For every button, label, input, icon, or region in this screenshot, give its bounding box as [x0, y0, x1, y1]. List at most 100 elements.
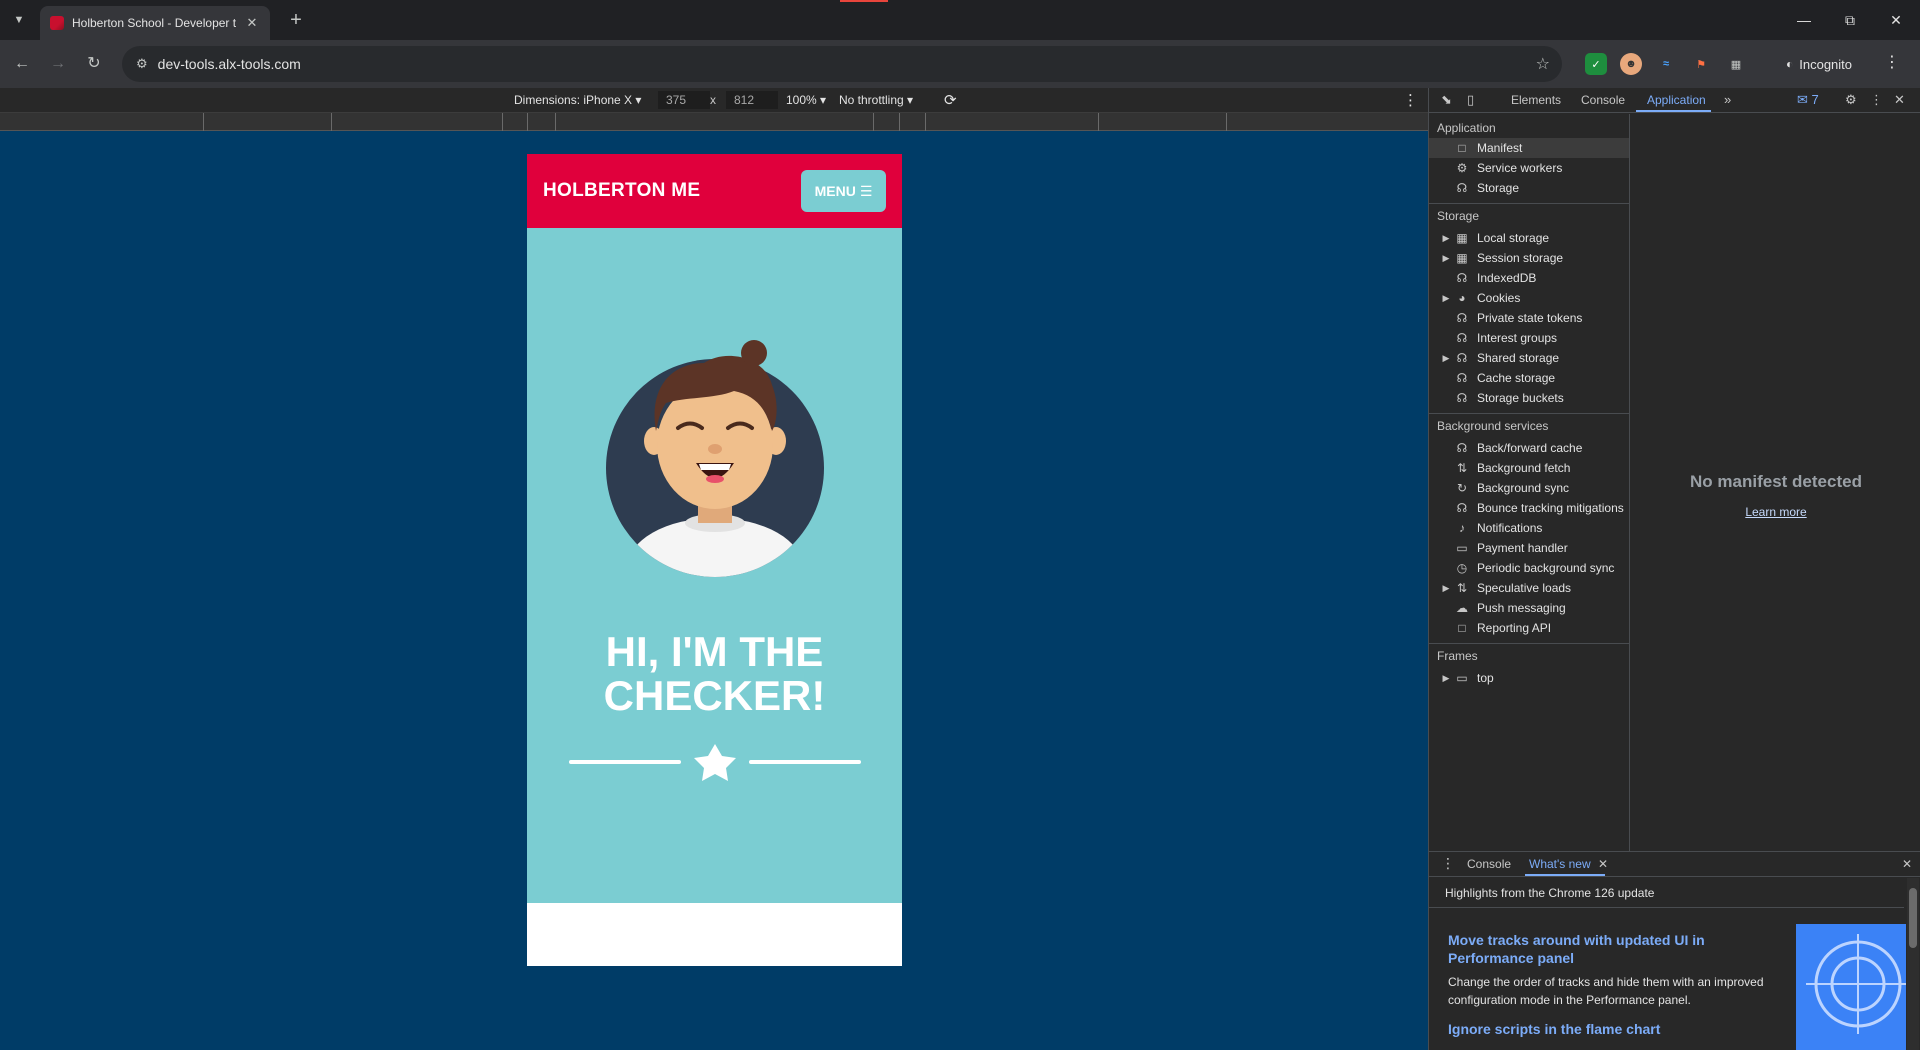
address-bar[interactable]: ⚙ dev-tools.alx-tools.com ☆ [122, 46, 1562, 82]
expand-arrow-icon[interactable]: ▶ [1439, 293, 1453, 304]
sidebar-item-payment-handler[interactable]: ▭ Payment handler [1429, 538, 1629, 558]
sidebar-item-cache-storage[interactable]: ☊ Cache storage [1429, 368, 1629, 388]
minimize-button[interactable]: — [1782, 8, 1826, 32]
sidebar-item-interest-groups[interactable]: ☊ Interest groups [1429, 328, 1629, 348]
sidebar-item-back-forward-cache[interactable]: ☊ Back/forward cache [1429, 438, 1629, 458]
sidebar-item-periodic-background-sync[interactable]: ◷ Periodic background sync [1429, 558, 1629, 578]
settings-gear-icon[interactable]: ⚙ [1845, 92, 1857, 108]
puzzle-extensions-icon[interactable]: ▦ [1725, 53, 1747, 75]
close-devtools-icon[interactable]: ✕ [1894, 92, 1905, 108]
issues-badge[interactable]: ✉ 7 [1797, 92, 1819, 108]
shield-extension-icon[interactable]: ✓ [1585, 53, 1607, 75]
sidebar-item-label: Cache storage [1477, 371, 1556, 385]
height-input[interactable]: 812 [726, 91, 778, 109]
sidebar-item-label: Speculative loads [1477, 581, 1572, 595]
article-description: Change the order of tracks and hide them… [1448, 975, 1764, 1007]
media-query-marker[interactable] [1098, 113, 1099, 131]
database-icon: ☊ [1456, 501, 1468, 515]
browser-menu-icon[interactable]: ⋮ [1884, 52, 1900, 72]
database-icon: ☊ [1456, 331, 1468, 345]
device-toolbar-menu-icon[interactable]: ⋮ [1403, 91, 1418, 109]
throttling-dropdown[interactable]: No throttling ▾ [839, 93, 913, 107]
learn-more-link[interactable]: Learn more [1631, 505, 1920, 519]
back-button[interactable]: ← [10, 52, 34, 76]
url-text: dev-tools.alx-tools.com [157, 56, 301, 72]
site-brand[interactable]: HOLBERTON ME [543, 180, 700, 202]
flag-extension-icon[interactable]: ⚑ [1690, 53, 1712, 75]
sidebar-item-indexeddb[interactable]: ☊ IndexedDB [1429, 268, 1629, 288]
forward-button[interactable]: → [46, 52, 70, 76]
media-query-marker[interactable] [555, 113, 556, 131]
sidebar-item-push-messaging[interactable]: ☁ Push messaging [1429, 598, 1629, 618]
drawer-tab-console[interactable]: Console [1467, 857, 1511, 871]
close-drawer-icon[interactable]: ✕ [1902, 857, 1912, 871]
sidebar-item-storage-buckets[interactable]: ☊ Storage buckets [1429, 388, 1629, 408]
avatar-extension-icon[interactable]: ☻ [1620, 53, 1642, 75]
expand-arrow-icon[interactable]: ▶ [1439, 673, 1453, 684]
sidebar-item-bounce-tracking-mitigations[interactable]: ☊ Bounce tracking mitigations [1429, 498, 1629, 518]
sidebar-item-speculative-loads[interactable]: ▶ ⇅ Speculative loads [1429, 578, 1629, 598]
sidebar-item-local-storage[interactable]: ▶ ▦ Local storage [1429, 228, 1629, 248]
sidebar-item-manifest[interactable]: □ Manifest [1429, 138, 1629, 158]
more-tabs-icon[interactable]: » [1724, 92, 1731, 107]
close-window-button[interactable]: ✕ [1874, 8, 1918, 32]
scrollbar-thumb[interactable] [1909, 888, 1917, 948]
media-query-marker[interactable] [331, 113, 332, 131]
article-title[interactable]: Ignore scripts in the flame chart [1448, 1020, 1768, 1038]
tab-elements[interactable]: Elements [1511, 93, 1561, 107]
restore-button[interactable]: ⧉ [1828, 8, 1872, 32]
close-icon[interactable]: ✕ [244, 15, 260, 31]
zoom-dropdown[interactable]: 100% ▾ [786, 93, 826, 107]
tab-search-button[interactable]: ▼ [6, 8, 32, 32]
media-query-marker[interactable] [899, 113, 900, 131]
new-tab-button[interactable]: + [282, 8, 310, 32]
favicon-icon [50, 16, 64, 30]
expand-arrow-icon[interactable]: ▶ [1439, 253, 1453, 264]
sidebar-item-label: Storage buckets [1477, 391, 1564, 405]
section-divider [1429, 413, 1629, 414]
sidebar-item-shared-storage[interactable]: ▶ ☊ Shared storage [1429, 348, 1629, 368]
width-input[interactable]: 375 [658, 91, 710, 109]
close-icon[interactable]: ✕ [1598, 857, 1608, 871]
drawer-tab-whats-new[interactable]: What's new [1529, 857, 1591, 871]
tab-console[interactable]: Console [1581, 93, 1625, 107]
sidebar-item-storage[interactable]: ☊ Storage [1429, 178, 1629, 198]
sidebar-item-frame-top[interactable]: ▶ ▭ top [1429, 668, 1629, 688]
expand-arrow-icon[interactable]: ▶ [1439, 353, 1453, 364]
media-query-marker[interactable] [203, 113, 204, 131]
tab-application[interactable]: Application [1647, 93, 1706, 107]
media-query-marker[interactable] [502, 113, 503, 131]
media-query-ruler[interactable] [0, 113, 1428, 131]
media-query-marker[interactable] [925, 113, 926, 131]
devtools-menu-icon[interactable]: ⋮ [1870, 92, 1883, 108]
sidebar-item-notifications[interactable]: ♪ Notifications [1429, 518, 1629, 538]
expand-arrow-icon[interactable]: ▶ [1439, 583, 1453, 594]
menu-button[interactable]: MENU ☰ [801, 170, 886, 212]
sidebar-item-cookies[interactable]: ▶ ◕ Cookies [1429, 288, 1629, 308]
sidebar-item-label: Session storage [1477, 251, 1564, 265]
device-toggle-icon[interactable]: ▯ [1467, 92, 1474, 108]
media-query-marker[interactable] [527, 113, 528, 131]
sidebar-item-service-workers[interactable]: ⚙ Service workers [1429, 158, 1629, 178]
reload-button[interactable]: ↻ [82, 52, 106, 76]
expand-arrow-icon[interactable]: ▶ [1439, 233, 1453, 244]
hamburger-icon: ☰ [859, 182, 873, 199]
bookmark-star-icon[interactable]: ☆ [1536, 54, 1550, 74]
sidebar-item-private-state-tokens[interactable]: ☊ Private state tokens [1429, 308, 1629, 328]
wave-extension-icon[interactable]: ≈ [1655, 53, 1677, 75]
dimensions-dropdown[interactable]: Dimensions: iPhone X ▾ [514, 93, 641, 107]
media-query-marker[interactable] [873, 113, 874, 131]
article-title[interactable]: Move tracks around with updated UI in Pe… [1448, 931, 1768, 967]
inspect-element-icon[interactable]: ⬊ [1441, 92, 1452, 108]
sidebar-item-session-storage[interactable]: ▶ ▦ Session storage [1429, 248, 1629, 268]
rotate-icon[interactable]: ⟳ [944, 91, 957, 109]
site-info-icon[interactable]: ⚙ [136, 56, 148, 72]
incognito-indicator[interactable]: ◐ Incognito [1776, 50, 1862, 78]
drawer-scrollbar[interactable] [1907, 878, 1919, 1050]
drawer-menu-icon[interactable]: ⋮ [1441, 855, 1455, 872]
sidebar-item-background-fetch[interactable]: ⇅ Background fetch [1429, 458, 1629, 478]
browser-tab[interactable]: Holberton School - Developer t ✕ [40, 6, 270, 40]
sidebar-item-reporting-api[interactable]: □ Reporting API [1429, 618, 1629, 638]
sidebar-item-background-sync[interactable]: ↻ Background sync [1429, 478, 1629, 498]
media-query-marker[interactable] [1226, 113, 1227, 131]
